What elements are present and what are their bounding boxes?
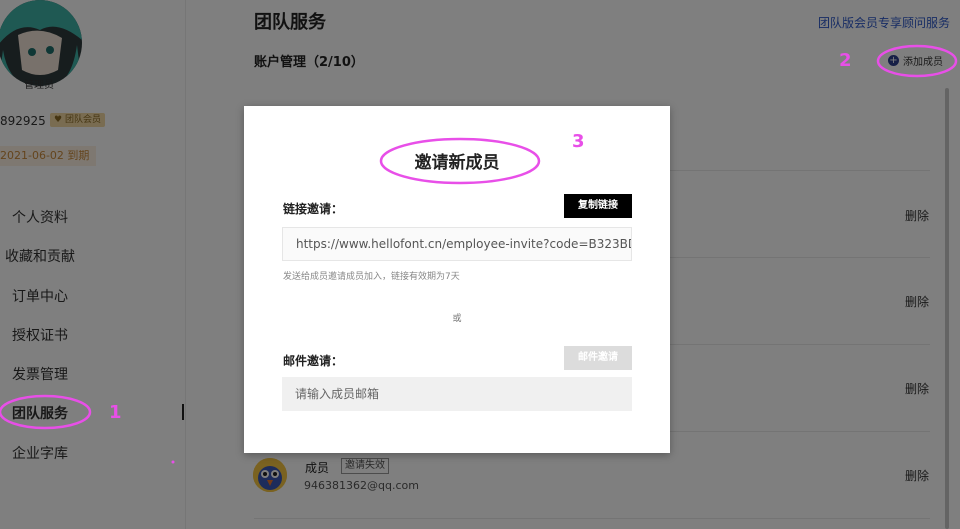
annotation-ring-3	[379, 137, 541, 185]
annotation-ring-2	[876, 44, 958, 78]
annotation-number-2: 2	[839, 50, 852, 71]
annotation-ring-1	[0, 394, 92, 430]
annotation-dot	[171, 460, 175, 464]
annotation-number-3: 3	[572, 131, 585, 152]
annotation-layer	[0, 44, 958, 464]
annotation-number-1: 1	[109, 402, 122, 423]
